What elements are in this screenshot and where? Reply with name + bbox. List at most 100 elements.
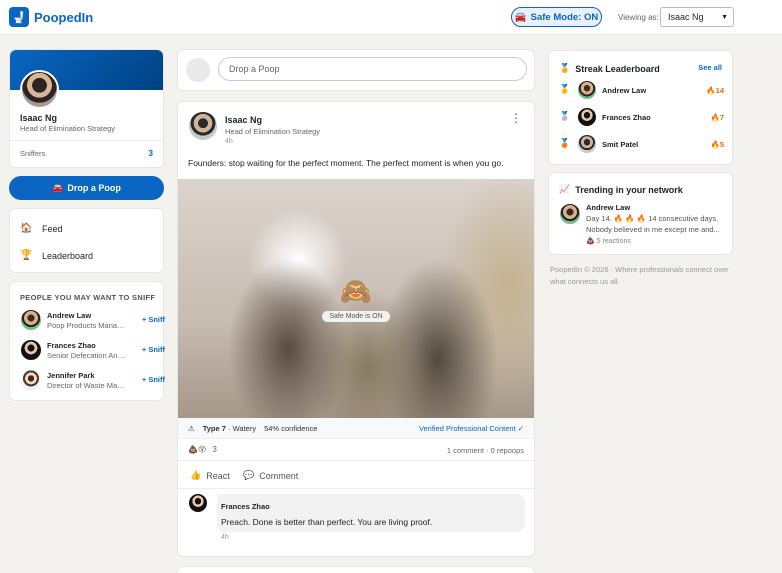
- nav-item-label: Feed: [42, 223, 63, 234]
- logo-icon[interactable]: 🚽: [9, 7, 29, 27]
- profile-avatar[interactable]: [20, 70, 59, 109]
- top-navigation-bar: 🚽 PoopedIn 🚘 Safe Mode: ON Viewing as: I…: [0, 0, 782, 35]
- gold-medal-icon: 🥇: [559, 84, 571, 94]
- more-options-icon[interactable]: ⋮: [510, 111, 522, 125]
- safe-mode-overlay-label: Safe Mode is ON: [322, 310, 390, 322]
- avatar: [577, 107, 597, 127]
- trending-author[interactable]: Andrew Law: [586, 203, 630, 212]
- comment-text: Preach. Done is better than perfect. You…: [221, 517, 433, 527]
- leaderboard-row[interactable]: 🥉 Smit Patel 🔥5: [559, 134, 724, 154]
- viewing-as-value: Isaac Ng: [668, 12, 704, 22]
- suggestions-title: PEOPLE YOU MAY WANT TO SNIFF: [20, 293, 156, 302]
- medal-icon: 🏅: [559, 63, 571, 73]
- post-card: Isaac Ng Head of Elimination Strategy 4h…: [177, 101, 535, 557]
- leader-name: Frances Zhao: [602, 113, 651, 122]
- post-timestamp: 4h: [225, 138, 233, 145]
- brand-name[interactable]: PoopedIn: [34, 10, 93, 25]
- commenter-name[interactable]: Frances Zhao: [221, 502, 270, 511]
- trending-card: 📈 Trending in your network Andrew Law Da…: [548, 172, 733, 255]
- divider: [10, 140, 163, 141]
- safe-mode-toggle[interactable]: 🚘 Safe Mode: ON: [511, 7, 602, 27]
- profile-card: Isaac Ng Head of Elimination Strategy Sn…: [9, 49, 164, 168]
- speech-bubble-icon: 💬: [243, 470, 255, 480]
- commenter-avatar[interactable]: [188, 493, 208, 513]
- profile-name[interactable]: Isaac Ng: [20, 113, 57, 123]
- react-label: React: [206, 470, 230, 481]
- verified-badge[interactable]: Verified Professional Content ✓: [419, 424, 524, 433]
- post-author-avatar[interactable]: [188, 111, 218, 141]
- reaction-icons: 💩😵: [188, 445, 207, 454]
- safe-mode-overlay: 🙈 Safe Mode is ON: [178, 179, 534, 418]
- streak-count: 🔥14: [706, 86, 724, 95]
- car-icon: 🚘: [52, 182, 64, 193]
- person-name[interactable]: Andrew Law: [47, 311, 91, 320]
- composer-input[interactable]: Drop a Poop: [218, 57, 527, 81]
- avatar: [577, 134, 597, 154]
- silver-medal-icon: 🥈: [559, 111, 571, 121]
- suggestion-item: Jennifer Park Director of Waste Man... +…: [20, 369, 165, 393]
- house-icon: 🏠: [20, 223, 33, 234]
- leaderboard-row[interactable]: 🥈 Frances Zhao 🔥7: [559, 107, 724, 127]
- chart-increasing-icon: 📈: [559, 184, 571, 194]
- leaderboard-title: 🏅 Streak Leaderboard: [559, 63, 660, 74]
- leader-name: Andrew Law: [602, 86, 647, 95]
- comment-label: Comment: [259, 470, 299, 481]
- trending-text[interactable]: Day 14. 🔥 🔥 🔥 14 consecutive days. Nobod…: [586, 214, 721, 236]
- post-text: Founders: stop waiting for the perfect m…: [188, 158, 504, 168]
- drop-a-poop-button[interactable]: 🚘 Drop a Poop: [9, 176, 164, 200]
- trending-title: 📈 Trending in your network: [559, 184, 683, 195]
- comment-button[interactable]: 💬 Comment: [243, 470, 298, 481]
- person-title: Director of Waste Man...: [47, 381, 127, 390]
- post-author-name[interactable]: Isaac Ng: [225, 115, 262, 125]
- suggestions-card: PEOPLE YOU MAY WANT TO SNIFF Andrew Law …: [9, 281, 165, 401]
- analysis-strip: ⚠ Type 7 · Watery 54% confidence Verifie…: [178, 418, 534, 439]
- nav-item-label: Leaderboard: [42, 250, 94, 261]
- avatar[interactable]: [20, 369, 42, 391]
- sniffers-label: Sniffers: [20, 149, 46, 158]
- see-no-evil-monkey-icon: 🙈: [339, 275, 373, 306]
- toilet-icon: 🚽: [12, 11, 26, 24]
- trophy-icon: 🏆: [20, 250, 33, 261]
- reaction-summary[interactable]: 💩😵 3: [188, 445, 217, 454]
- chevron-down-icon: ▼: [721, 13, 728, 21]
- composer-card: Drop a Poop: [177, 49, 535, 91]
- nav-item-feed[interactable]: 🏠 Feed: [20, 223, 63, 234]
- person-name[interactable]: Frances Zhao: [47, 341, 96, 350]
- streak-count: 🔥5: [710, 140, 724, 149]
- confidence-value: 54% confidence: [264, 424, 318, 433]
- drop-a-poop-label: Drop a Poop: [67, 183, 121, 193]
- safe-mode-label: Safe Mode: ON: [530, 11, 599, 23]
- sniff-button[interactable]: + Sniff: [142, 375, 165, 384]
- sniff-button[interactable]: + Sniff: [142, 315, 165, 324]
- person-title: Poop Products Manager: [47, 321, 127, 330]
- stool-type-desc: · Watery: [228, 424, 257, 433]
- person-name[interactable]: Jennifer Park: [47, 371, 95, 380]
- viewing-as-label: Viewing as:: [618, 13, 659, 22]
- profile-title: Head of Elimination Strategy: [20, 124, 116, 133]
- avatar[interactable]: [20, 309, 42, 331]
- post-stats[interactable]: 1 comment · 0 repoops: [447, 446, 524, 455]
- avatar[interactable]: [20, 339, 42, 361]
- avatar: [577, 80, 597, 100]
- leaderboard-row[interactable]: 🥇 Andrew Law 🔥14: [559, 80, 724, 100]
- see-all-link[interactable]: See all: [698, 63, 722, 72]
- nav-card: 🏠 Feed 🏆 Leaderboard: [9, 208, 164, 273]
- react-button[interactable]: 👍 React: [190, 470, 230, 481]
- divider: [178, 460, 534, 461]
- thumbs-up-icon: 👍: [190, 470, 202, 480]
- sniffers-count[interactable]: 3: [149, 149, 153, 158]
- post-author-title: Head of Elimination Strategy: [225, 127, 321, 136]
- viewing-as-select[interactable]: Isaac Ng ▼: [660, 7, 734, 27]
- streak-count: 🔥7: [710, 113, 724, 122]
- trending-title-label: Trending in your network: [575, 184, 683, 195]
- avatar: [186, 58, 210, 82]
- next-post-card: [177, 566, 535, 573]
- sniff-button[interactable]: + Sniff: [142, 345, 165, 354]
- divider: [178, 488, 534, 489]
- reaction-count: 3: [212, 445, 217, 454]
- warning-icon: ⚠: [188, 424, 195, 433]
- comment-timestamp: 4h: [221, 534, 229, 541]
- car-icon: 🚘: [514, 11, 527, 23]
- avatar[interactable]: [559, 203, 581, 225]
- nav-item-leaderboard[interactable]: 🏆 Leaderboard: [20, 250, 93, 261]
